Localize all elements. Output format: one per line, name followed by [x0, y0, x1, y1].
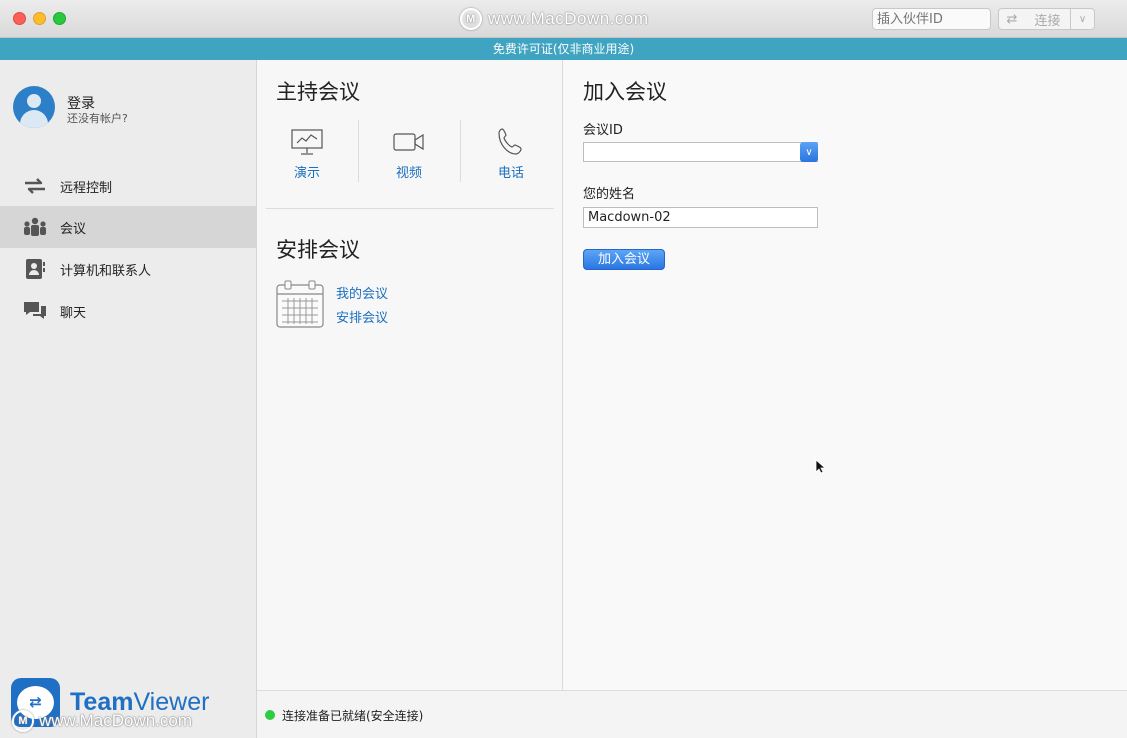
watermark-text: www.MacDown.com — [488, 9, 649, 28]
arrows-exchange-icon: ⇄ — [1006, 11, 1018, 27]
my-meetings-link[interactable]: 我的会议 — [336, 283, 388, 302]
license-banner: 免费许可证(仅非商业用途) — [0, 38, 1127, 60]
status-bar: 连接准备已就绪(安全连接) — [257, 690, 1127, 738]
join-meeting-title: 加入会议 — [583, 80, 667, 104]
sidebar-item-label: 聊天 — [60, 305, 87, 321]
arrows-exchange-icon — [23, 175, 47, 197]
status-indicator-icon — [265, 710, 275, 720]
contacts-icon — [23, 258, 47, 280]
meeting-people-icon — [23, 216, 47, 238]
host-meeting-panel: 主持会议 演示 视频 电话 安排会议 我的会议 安排会议 — [257, 60, 563, 690]
avatar[interactable] — [13, 86, 55, 128]
presentation-monitor-icon — [267, 128, 347, 156]
sidebar-item-meeting[interactable]: 会议 — [0, 206, 257, 248]
no-account-link[interactable]: 还没有帐户? — [67, 110, 128, 126]
partner-id-input[interactable] — [872, 8, 991, 30]
maximize-window-button[interactable] — [53, 12, 66, 25]
connect-label: 连接 — [1034, 13, 1061, 29]
sidebar-item-remote-control[interactable]: 远程控制 — [0, 165, 257, 207]
watermark-logo-icon: M — [460, 8, 482, 30]
host-option-video[interactable]: 视频 — [369, 128, 449, 181]
close-window-button[interactable] — [13, 12, 26, 25]
watermark: M www.MacDown.com — [460, 8, 649, 30]
watermark: M www.MacDown.com — [12, 710, 192, 732]
schedule-meeting-title: 安排会议 — [276, 238, 360, 262]
your-name-input[interactable] — [583, 207, 818, 228]
sidebar-item-chat[interactable]: 聊天 — [0, 290, 257, 332]
host-meeting-title: 主持会议 — [276, 80, 360, 104]
chat-bubbles-icon — [23, 300, 47, 322]
sidebar-item-contacts[interactable]: 计算机和联系人 — [0, 248, 257, 290]
meeting-id-combobox[interactable]: ∨ — [583, 142, 818, 162]
join-meeting-panel: 加入会议 会议ID ∨ 您的姓名 加入会议 — [564, 60, 1127, 690]
your-name-label: 您的姓名 — [583, 187, 636, 202]
join-meeting-button[interactable]: 加入会议 — [583, 249, 665, 270]
watermark-text: www.MacDown.com — [39, 711, 193, 730]
host-option-presentation[interactable]: 演示 — [267, 128, 347, 181]
phone-icon — [471, 128, 551, 156]
chevron-down-icon[interactable]: ∨ — [800, 142, 818, 162]
divider — [460, 120, 461, 182]
host-option-phone[interactable]: 电话 — [471, 128, 551, 181]
divider — [358, 120, 359, 182]
meeting-id-label: 会议ID — [583, 123, 623, 138]
watermark-logo-icon: M — [12, 710, 34, 732]
video-camera-icon — [369, 128, 449, 156]
minimize-window-button[interactable] — [33, 12, 46, 25]
sidebar-item-label: 会议 — [60, 221, 87, 237]
status-text: 连接准备已就绪(安全连接) — [282, 709, 424, 723]
calendar-icon — [276, 280, 324, 328]
sidebar-item-label: 远程控制 — [60, 180, 113, 196]
schedule-meeting-link[interactable]: 安排会议 — [336, 307, 388, 326]
sidebar: 登录 还没有帐户? 远程控制 会议 计算机和联系人 聊天 ⇄ TeamViewe… — [0, 60, 257, 738]
host-option-label: 电话 — [497, 166, 524, 181]
host-option-label: 演示 — [293, 166, 320, 181]
title-bar: M www.MacDown.com ⇄ 连接 ∨ — [0, 0, 1127, 38]
chevron-down-icon[interactable]: ∨ — [1070, 9, 1094, 29]
divider — [266, 208, 554, 209]
mouse-cursor-icon — [815, 459, 827, 474]
sidebar-item-label: 计算机和联系人 — [60, 263, 152, 279]
host-option-label: 视频 — [395, 166, 422, 181]
connect-button[interactable]: ⇄ 连接 ∨ — [998, 8, 1095, 30]
